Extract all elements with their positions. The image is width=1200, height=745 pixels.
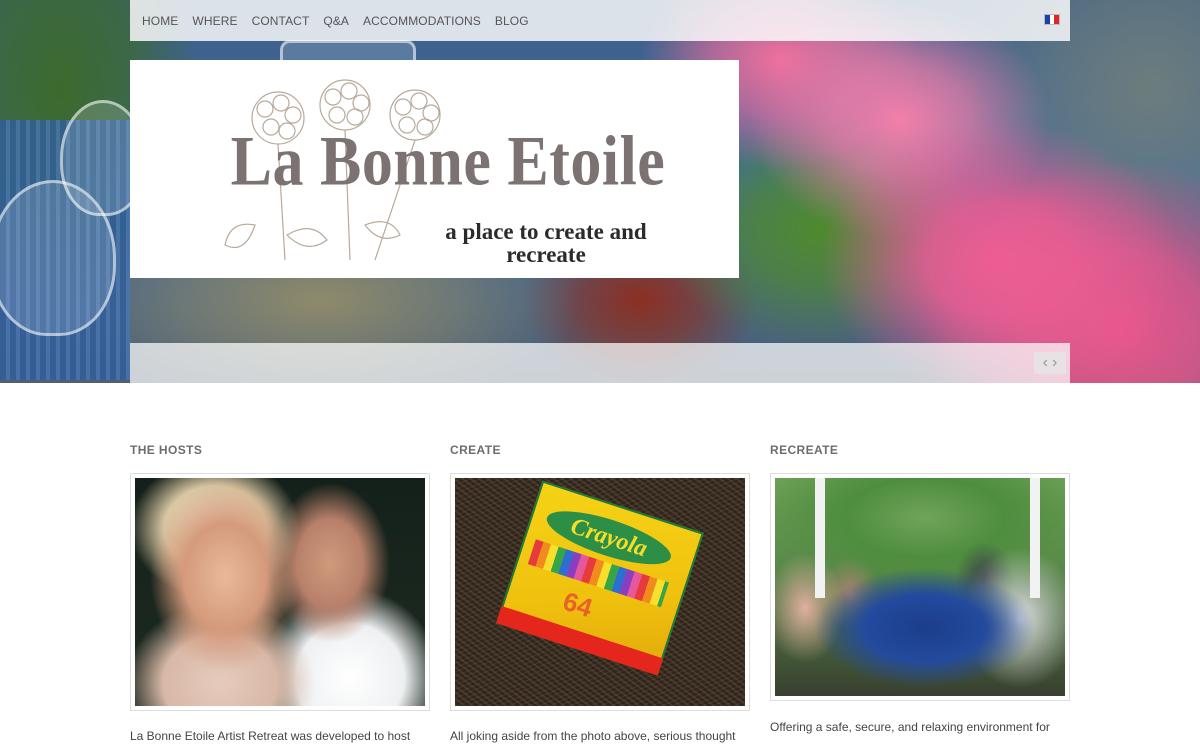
column-create: CREATE Crayola 64 All joking aside from … xyxy=(450,443,750,743)
logo-title: La Bonne Etoile xyxy=(230,122,666,201)
slider-next-icon[interactable]: › xyxy=(1052,355,1057,371)
column-heading: THE HOSTS xyxy=(130,443,203,457)
menu-link-blog[interactable]: BLOG xyxy=(495,14,529,28)
crayon-box-image: Crayola 64 xyxy=(495,480,705,676)
column-text: La Bonne Etoile Artist Retreat was devel… xyxy=(130,729,411,743)
crayons-photo[interactable]: Crayola 64 xyxy=(455,478,745,706)
hero-banner: HOME WHERE CONTACT Q&A ACCOMMODATIONS BL… xyxy=(0,0,1200,383)
slider-caption-bar: ‹ › xyxy=(130,343,1070,383)
hosts-photo-frame[interactable] xyxy=(130,473,430,711)
main-menu: HOME WHERE CONTACT Q&A ACCOMMODATIONS BL… xyxy=(130,0,1070,41)
menu-item-home[interactable]: HOME xyxy=(142,12,178,30)
menu-link-home[interactable]: HOME xyxy=(142,14,178,28)
menu-link-contact[interactable]: CONTACT xyxy=(252,14,310,28)
top-navigation-bar: HOME WHERE CONTACT Q&A ACCOMMODATIONS BL… xyxy=(130,0,1070,41)
menu-item-accommodations[interactable]: ACCOMMODATIONS xyxy=(363,12,481,30)
flag-stripe xyxy=(1054,15,1060,24)
flag-france-icon[interactable] xyxy=(1044,14,1060,25)
pergola-post xyxy=(1030,478,1040,598)
pergola-post xyxy=(815,478,825,598)
column-heading: CREATE xyxy=(450,443,501,457)
menu-link-accommodations[interactable]: ACCOMMODATIONS xyxy=(363,14,481,28)
dinner-photo[interactable] xyxy=(775,478,1065,696)
menu-item-contact[interactable]: CONTACT xyxy=(252,12,310,30)
menu-link-qa[interactable]: Q&A xyxy=(323,14,349,28)
column-recreate: RECREATE Offering a safe, secure, and re… xyxy=(770,443,1070,734)
recreate-photo-frame[interactable] xyxy=(770,473,1070,701)
column-heading: RECREATE xyxy=(770,443,839,457)
hosts-photo[interactable] xyxy=(135,478,425,706)
slider-prev-icon[interactable]: ‹ xyxy=(1043,355,1048,371)
logo-tagline: a place to create and recreate xyxy=(445,219,647,267)
menu-item-qa[interactable]: Q&A xyxy=(323,12,349,30)
slider-navigation: ‹ › xyxy=(1034,352,1066,374)
column-text: Offering a safe, secure, and relaxing en… xyxy=(770,720,1050,734)
menu-item-where[interactable]: WHERE xyxy=(192,12,237,30)
create-photo-frame[interactable]: Crayola 64 xyxy=(450,473,750,711)
site-logo[interactable]: La Bonne Etoile a place to create and re… xyxy=(130,60,739,278)
menu-item-blog[interactable]: BLOG xyxy=(495,12,529,30)
column-hosts: THE HOSTS La Bonne Etoile Artist Retreat… xyxy=(130,443,430,743)
column-text: All joking aside from the photo above, s… xyxy=(450,729,736,743)
menu-link-where[interactable]: WHERE xyxy=(192,14,237,28)
